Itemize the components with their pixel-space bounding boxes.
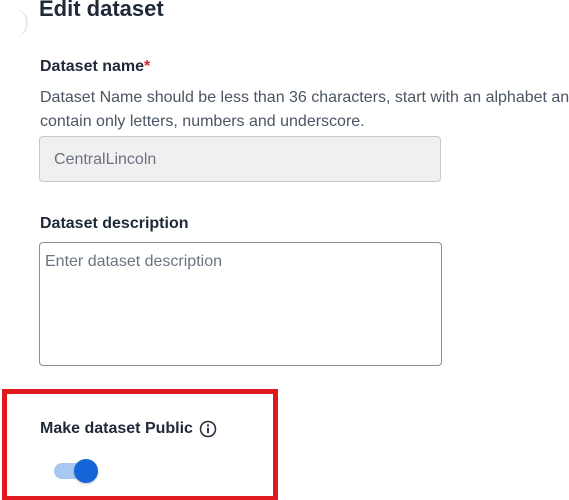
info-circle-icon[interactable]: [199, 420, 217, 438]
dataset-name-help-text: Dataset Name should be less than 36 char…: [40, 89, 569, 130]
public-setting-highlight: [2, 389, 278, 500]
dataset-description-label: Dataset description: [40, 215, 189, 232]
page-title: Edit dataset: [39, 0, 164, 21]
dataset-name-label: Dataset name*: [40, 56, 150, 78]
panel-edge-decoration: [6, 8, 28, 38]
dataset-description-textarea[interactable]: [39, 242, 442, 366]
edit-dataset-panel: Edit dataset Dataset name* Dataset Name …: [0, 0, 569, 500]
toggle-knob: [74, 459, 98, 483]
dataset-name-label-text: Dataset name: [40, 58, 145, 75]
make-public-label-text: Make dataset Public: [40, 420, 193, 437]
dataset-name-input[interactable]: CentralLincoln: [39, 136, 441, 182]
make-public-label: Make dataset Public: [40, 420, 217, 438]
required-marker: *: [144, 58, 151, 75]
make-public-toggle[interactable]: [52, 459, 98, 483]
